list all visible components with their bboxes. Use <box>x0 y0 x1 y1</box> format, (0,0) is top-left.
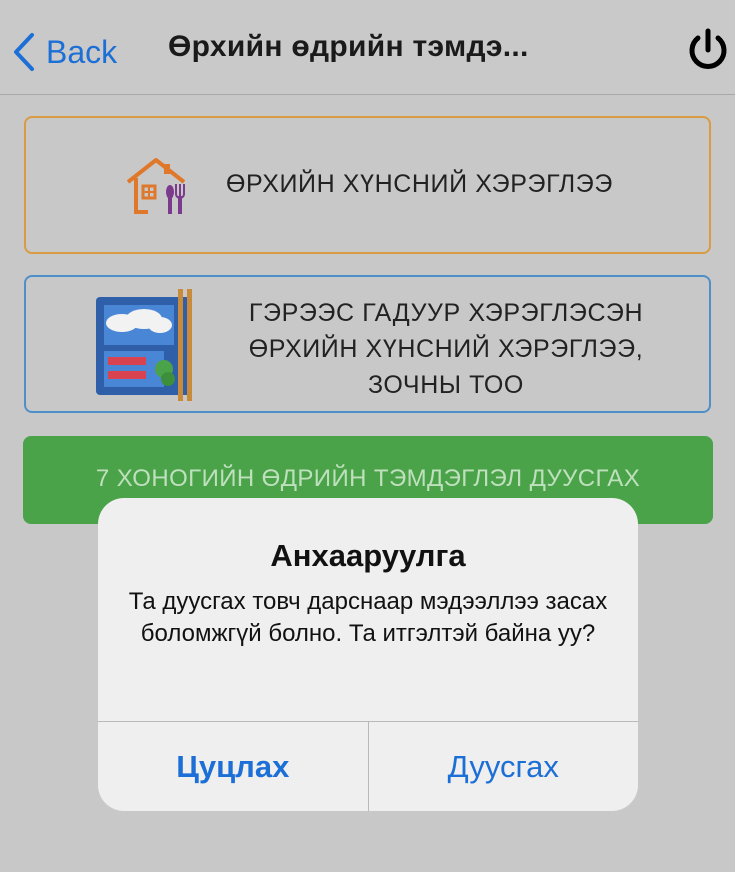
household-food-consumption-card[interactable]: ӨРХИЙН ХҮНСНИЙ ХЭРЭГЛЭЭ <box>24 116 711 254</box>
house-utensils-icon <box>126 158 186 214</box>
card-label: ГЭРЭЭС ГАДУУР ХЭРЭГЛЭСЭН ӨРХИЙН ХҮНСНИЙ … <box>248 299 644 399</box>
chevron-left-icon <box>14 33 34 71</box>
alert-message: Та дуусгах товч дарснаар мэдээллээ засах… <box>128 588 608 647</box>
alert-title: Анхааруулга <box>270 538 466 573</box>
confirm-finish-button[interactable]: Дуусгах <box>369 722 639 811</box>
back-label: Back <box>46 33 118 70</box>
cancel-button[interactable]: Цуцлах <box>98 722 369 811</box>
outside-food-consumption-card[interactable]: ГЭРЭЭС ГАДУУР ХЭРЭГЛЭСЭН ӨРХИЙН ХҮНСНИЙ … <box>24 275 711 413</box>
alert-actions: Цуцлах Дуусгах <box>98 721 638 811</box>
alert-dialog: Анхааруулга Та дуусгах товч дарснаар мэд… <box>98 498 638 811</box>
food-tray-chopsticks-icon <box>96 289 192 401</box>
page-title: Өрхийн өдрийн тэмдэ... <box>168 30 529 63</box>
navigation-bar: Back Өрхийн өдрийн тэмдэ... <box>0 0 735 95</box>
back-button[interactable]: Back <box>12 28 117 76</box>
power-icon[interactable] <box>684 26 732 74</box>
card-label: ӨРХИЙН ХҮНСНИЙ ХЭРЭГЛЭЭ <box>226 170 613 198</box>
